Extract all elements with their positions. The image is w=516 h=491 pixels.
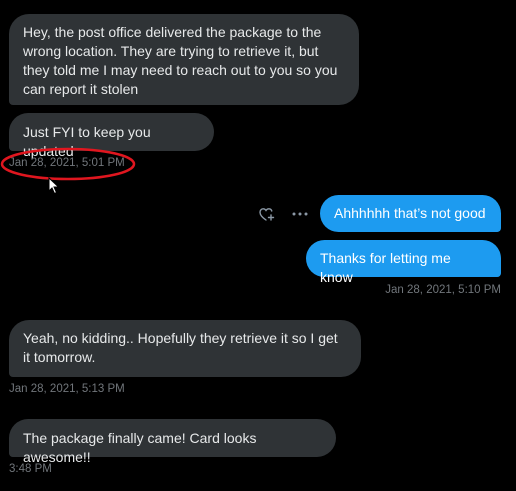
message-text: Yeah, no kidding.. Hopefully they retrie… xyxy=(23,330,338,365)
message-bubble-sent[interactable]: Ahhhhhh that’s not good xyxy=(320,195,501,232)
message-timestamp: Jan 28, 2021, 5:10 PM xyxy=(385,284,501,296)
message-text: Just FYI to keep you updated xyxy=(23,124,151,159)
message-timestamp: Jan 28, 2021, 5:01 PM xyxy=(9,157,125,169)
more-horizontal-icon[interactable] xyxy=(290,204,310,224)
message-bubble-received[interactable]: Yeah, no kidding.. Hopefully they retrie… xyxy=(9,320,361,377)
message-timestamp: Jan 28, 2021, 5:13 PM xyxy=(9,383,125,395)
message-text: Ahhhhhh that’s not good xyxy=(334,205,486,221)
message-bubble-sent[interactable]: Thanks for letting me know xyxy=(306,240,501,285)
message-bubble-received[interactable]: The package finally came! Card looks awe… xyxy=(9,419,336,465)
message-text: Thanks for letting me know xyxy=(320,250,451,285)
message-bubble-received[interactable]: Hey, the post office delivered the packa… xyxy=(9,14,359,105)
message-text: The package finally came! Card looks awe… xyxy=(23,430,257,465)
heart-plus-icon[interactable] xyxy=(257,204,277,224)
message-timestamp: 3:48 PM xyxy=(9,463,52,475)
message-bubble-received[interactable]: Just FYI to keep you updated xyxy=(9,113,214,159)
arrow-cursor-icon xyxy=(48,177,60,195)
message-text: Hey, the post office delivered the packa… xyxy=(23,24,338,97)
